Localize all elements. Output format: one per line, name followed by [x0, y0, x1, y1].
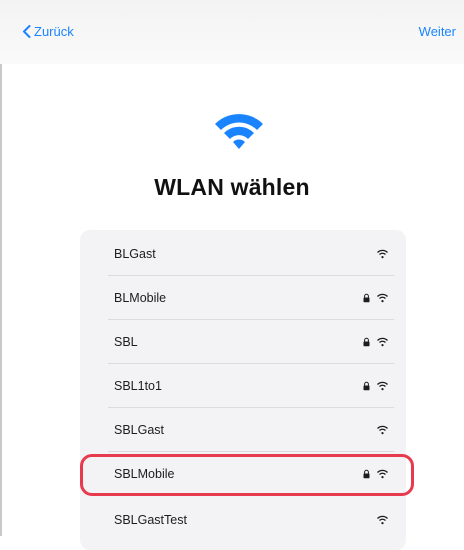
network-row[interactable]: SBLGastTest	[80, 498, 406, 542]
network-row[interactable]: SBL	[80, 320, 406, 364]
network-row[interactable]: BLMobile	[80, 276, 406, 320]
wifi-signal-icon	[377, 425, 388, 435]
network-name: BLMobile	[114, 291, 167, 305]
wifi-signal-icon	[377, 469, 388, 479]
lock-icon	[363, 337, 370, 347]
next-button[interactable]: Weiter	[419, 24, 456, 39]
wifi-signal-icon	[377, 381, 388, 391]
network-row-selected[interactable]: SBLMobile	[80, 452, 406, 496]
wifi-icon	[215, 114, 263, 149]
wifi-signal-icon	[377, 249, 388, 259]
network-row[interactable]: SBLGast	[80, 408, 406, 452]
page-title: WLAN wählen	[154, 174, 310, 200]
back-button[interactable]: Zurück	[22, 24, 74, 39]
network-name: SBLMobile	[114, 467, 175, 481]
back-label: Zurück	[34, 24, 74, 39]
network-name: SBL1to1	[114, 379, 162, 393]
network-name: BLGast	[114, 247, 156, 261]
chevron-left-icon	[23, 25, 31, 38]
network-name: SBL	[114, 335, 138, 349]
wifi-signal-icon	[377, 337, 388, 347]
network-row[interactable]: SBL1to1	[80, 364, 406, 408]
network-list: BLGast BLMobile SBL SBL1to1 SBLGast SBLM…	[80, 230, 406, 550]
lock-icon	[363, 469, 370, 479]
network-name: SBLGast	[114, 423, 165, 437]
lock-icon	[363, 381, 370, 391]
network-row[interactable]: BLGast	[80, 232, 406, 276]
wifi-signal-icon	[377, 515, 388, 525]
row-divider	[108, 495, 394, 496]
lock-icon	[363, 293, 370, 303]
wifi-signal-icon	[377, 293, 388, 303]
network-name: SBLGastTest	[114, 513, 187, 527]
